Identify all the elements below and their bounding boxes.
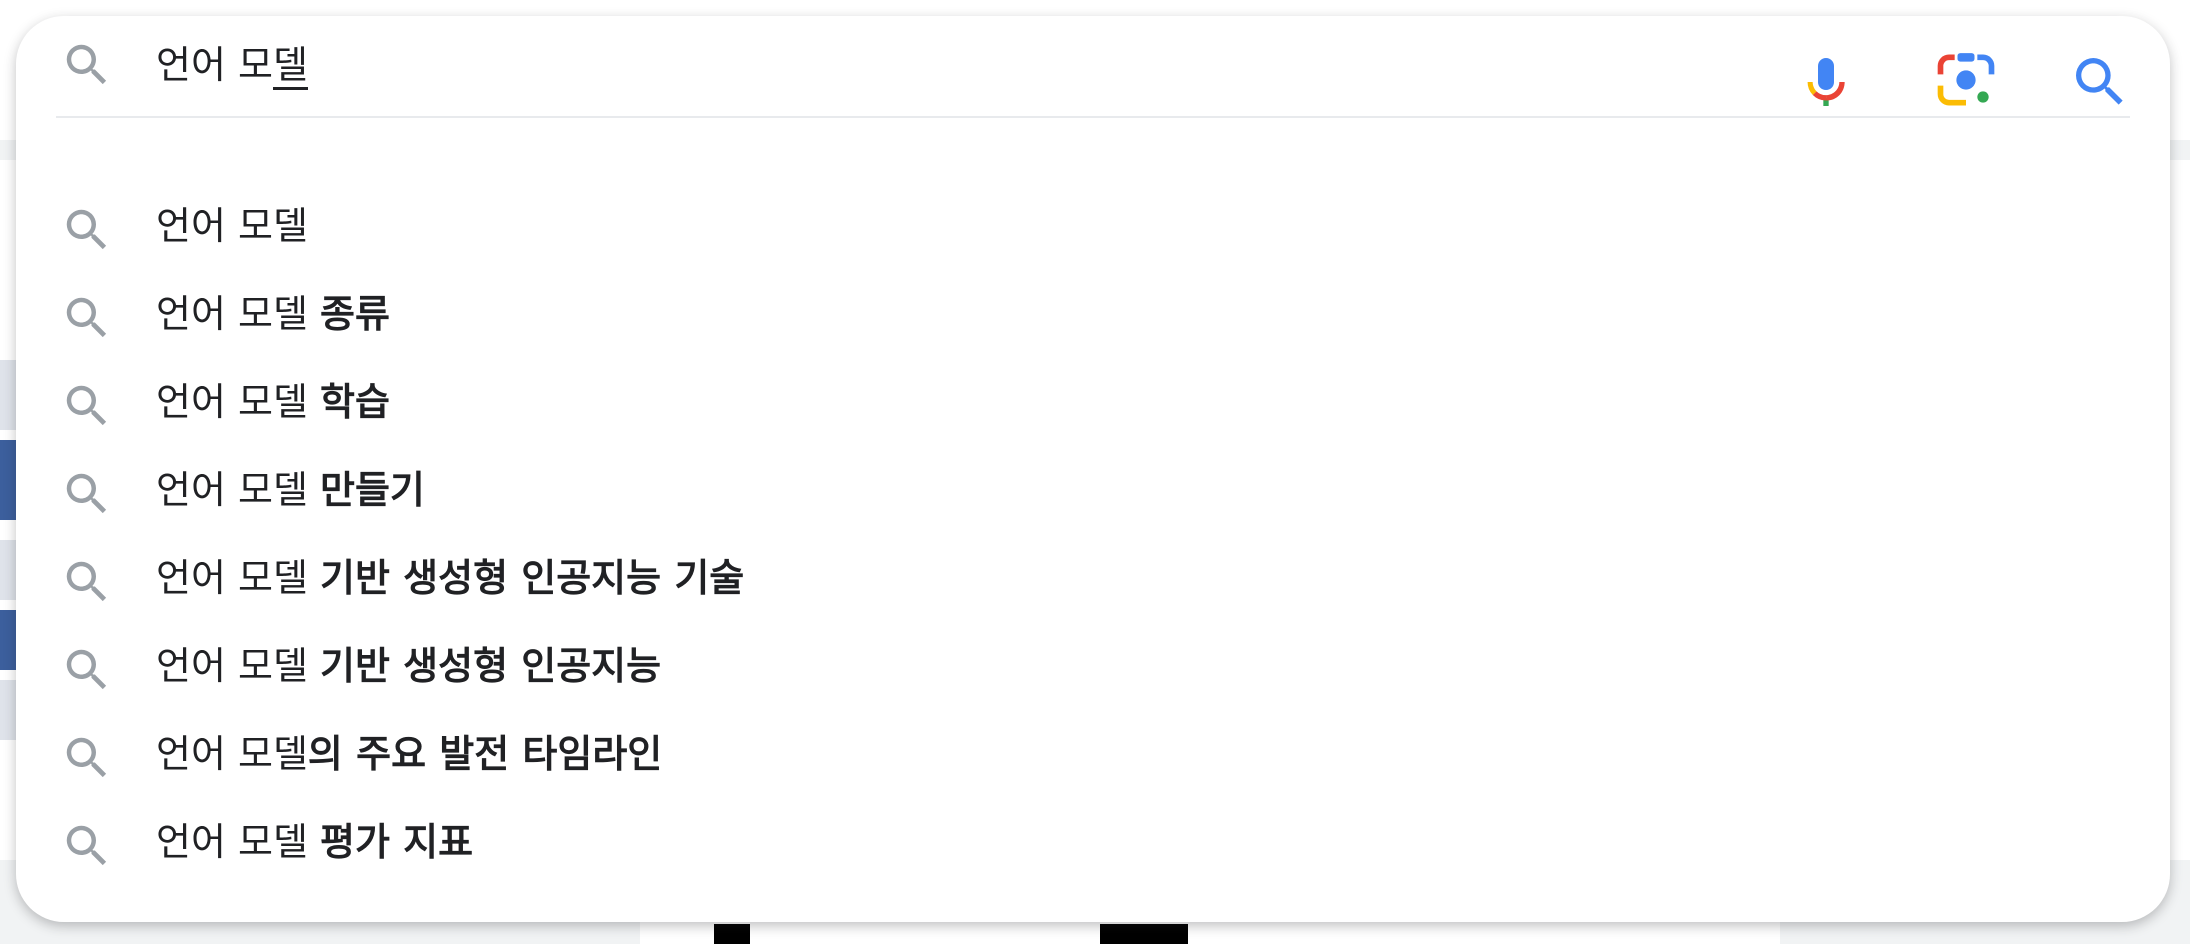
search-icon (66, 385, 107, 426)
search-icon (66, 44, 107, 85)
suggestion-text: 언어 모델 (156, 202, 308, 250)
suggestion-text: 언어 모델 만들기 (156, 466, 425, 514)
suggestion-list: 언어 모델 언어 모델 종류 언어 모델 학습 언어 모델 만들기 언어 모델 … (16, 182, 2170, 886)
suggestion-text: 언어 모델 기반 생성형 인공지능 기술 (156, 554, 744, 602)
suggestion-item[interactable]: 언어 모델 기반 생성형 인공지능 (16, 622, 2170, 710)
search-icon (66, 561, 107, 602)
suggestion-completion: 학습 (320, 380, 390, 424)
divider (56, 116, 2130, 118)
suggestion-text: 언어 모델 종류 (156, 290, 390, 338)
suggestion-item[interactable]: 언어 모델 종류 (16, 270, 2170, 358)
microphone-icon[interactable] (1794, 50, 1858, 114)
search-icon (66, 737, 107, 778)
suggestion-completion: 평가 지표 (320, 820, 474, 864)
suggestion-text: 언어 모델 평가 지표 (156, 818, 473, 866)
search-icon (66, 649, 107, 690)
suggestion-item[interactable]: 언어 모델 (16, 182, 2170, 270)
suggestion-completion: 기반 생성형 인공지능 기술 (320, 556, 745, 600)
suggestion-completion: 의 주요 발전 타임라인 (307, 732, 663, 776)
search-box[interactable]: 언어 모델 (16, 16, 2170, 116)
suggestion-text: 언어 모델의 주요 발전 타임라인 (156, 730, 662, 778)
query-composing-char: 델 (272, 43, 308, 90)
query-prefix: 언어 모 (156, 43, 273, 87)
suggestion-typed: 언어 모델 (156, 556, 320, 600)
suggestion-item[interactable]: 언어 모델 평가 지표 (16, 798, 2170, 886)
suggestion-typed: 언어 모델 (156, 468, 320, 512)
background-right-column (2170, 160, 2190, 860)
suggestion-item[interactable]: 언어 모델 학습 (16, 358, 2170, 446)
search-input[interactable]: 언어 모델 (156, 38, 308, 92)
search-submit-icon[interactable] (2068, 50, 2132, 114)
suggestion-typed: 언어 모델 (156, 380, 320, 424)
suggestion-typed: 언어 모델 (156, 732, 308, 776)
suggestion-completion: 기반 생성형 인공지능 (320, 644, 662, 688)
search-icon (66, 473, 107, 514)
suggestion-item[interactable]: 언어 모델의 주요 발전 타임라인 (16, 710, 2170, 798)
background-image-fragment (1100, 924, 1188, 944)
suggestion-typed: 언어 모델 (156, 644, 320, 688)
suggestion-typed: 언어 모델 (156, 204, 308, 248)
suggestion-completion: 만들기 (320, 468, 425, 512)
search-icon (66, 297, 107, 338)
suggestion-typed: 언어 모델 (156, 820, 320, 864)
suggestion-text: 언어 모델 기반 생성형 인공지능 (156, 642, 661, 690)
search-icon (66, 209, 107, 250)
suggestion-completion: 종류 (320, 292, 390, 336)
suggestion-item[interactable]: 언어 모델 만들기 (16, 446, 2170, 534)
suggestion-typed: 언어 모델 (156, 292, 320, 336)
background-image-fragment (714, 924, 750, 944)
camera-lens-icon[interactable] (1932, 46, 2000, 114)
suggestion-item[interactable]: 언어 모델 기반 생성형 인공지능 기술 (16, 534, 2170, 622)
search-autocomplete-panel: 언어 모델 언어 모델 언어 모델 종류 언어 모델 학습 언어 모델 만들기 … (16, 16, 2170, 922)
suggestion-text: 언어 모델 학습 (156, 378, 390, 426)
search-icon (66, 825, 107, 866)
